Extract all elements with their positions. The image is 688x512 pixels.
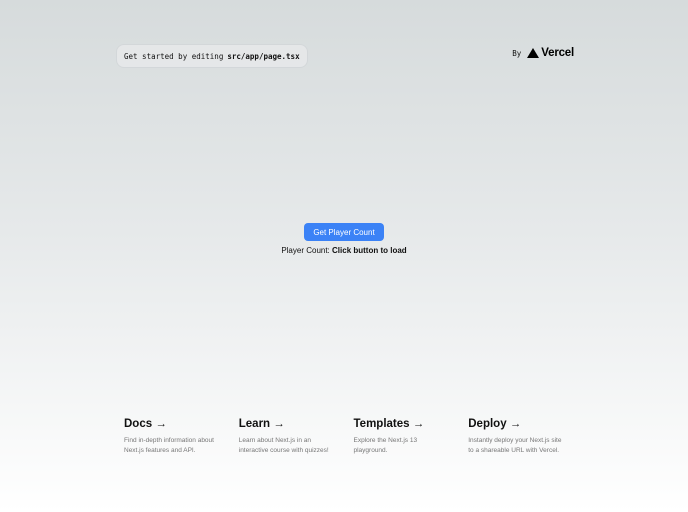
- card-docs[interactable]: Docs → Find in-depth information about N…: [116, 418, 231, 455]
- resource-cards: Docs → Find in-depth information about N…: [116, 418, 575, 455]
- arrow-right-icon: →: [273, 418, 285, 430]
- player-count-value: Click button to load: [332, 246, 407, 255]
- card-description: Explore the Next.js 13 playground.: [353, 437, 418, 454]
- card-deploy[interactable]: Deploy → Instantly deploy your Next.js s…: [460, 418, 575, 455]
- player-count-line: Player Count: Click button to load: [281, 246, 406, 255]
- player-count-section: Get Player Count Player Count: Click but…: [0, 223, 688, 255]
- card-description: Find in-depth information about Next.js …: [124, 437, 214, 454]
- card-title: Learn →: [239, 418, 338, 430]
- arrow-right-icon: →: [155, 418, 167, 430]
- get-started-text: Get started by editing: [124, 51, 224, 61]
- card-description: Learn about Next.js in an interactive co…: [238, 437, 329, 454]
- vercel-logo: Vercel: [527, 47, 574, 59]
- card-templates[interactable]: Templates → Explore the Next.js 13 playg…: [346, 418, 461, 455]
- card-title-text: Deploy: [468, 418, 507, 430]
- card-learn[interactable]: Learn → Learn about Next.js in an intera…: [231, 418, 346, 455]
- arrow-right-icon: →: [509, 418, 522, 430]
- arrow-right-icon: →: [412, 418, 425, 430]
- card-title-text: Templates: [353, 418, 410, 430]
- by-label: By: [512, 48, 522, 58]
- card-title-text: Learn: [238, 418, 271, 430]
- get-player-count-button[interactable]: Get Player Count: [304, 223, 384, 241]
- card-title-text: Docs: [124, 418, 153, 430]
- card-description: Instantly deploy your Next.js site to a …: [468, 437, 562, 454]
- player-count-label: Player Count:: [281, 246, 330, 255]
- card-title: Deploy →: [468, 418, 567, 430]
- card-title: Docs →: [124, 418, 223, 430]
- edit-file-path: src/app/page.tsx: [227, 51, 300, 61]
- vercel-triangle-icon: [527, 48, 540, 58]
- vercel-wordmark: Vercel: [541, 47, 574, 59]
- by-vercel-link[interactable]: By Vercel: [512, 47, 574, 59]
- get-started-pill: Get started by editing src/app/page.tsx: [116, 44, 308, 68]
- card-title: Templates →: [354, 418, 453, 430]
